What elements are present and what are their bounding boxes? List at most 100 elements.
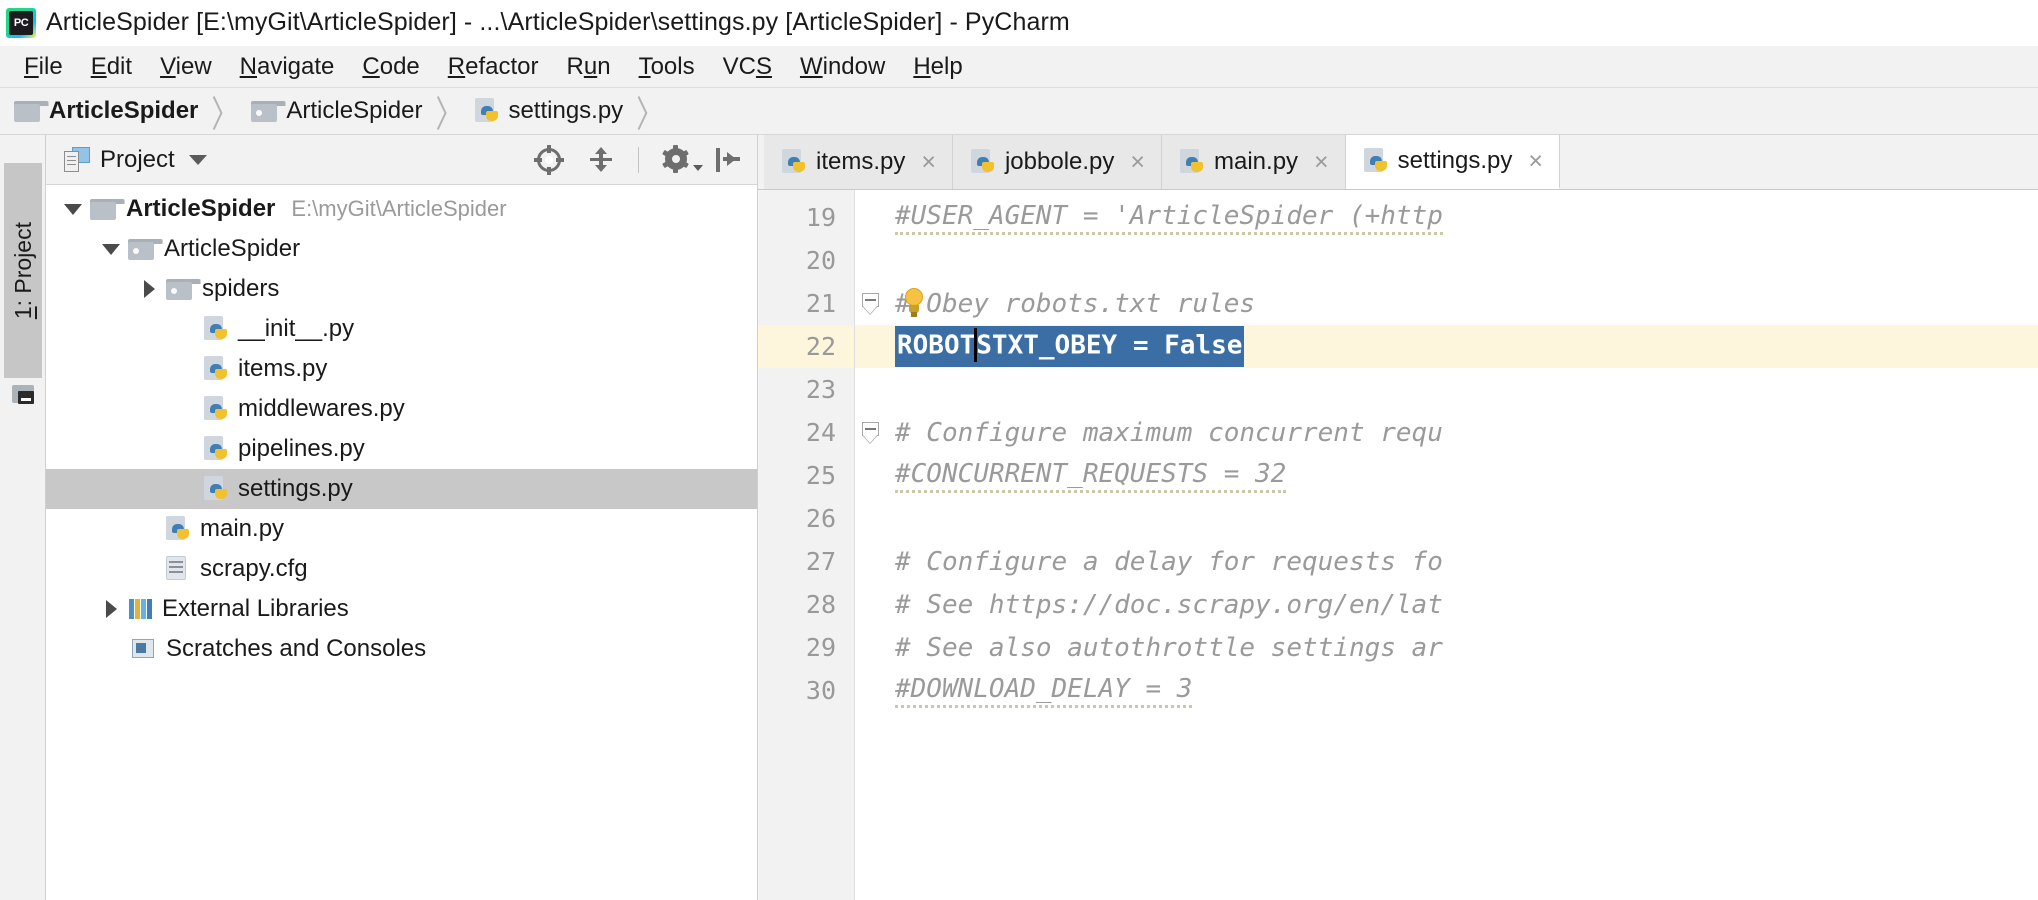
- python-file-icon: [204, 396, 228, 422]
- tree-row[interactable]: middlewares.py: [46, 389, 757, 429]
- code-text[interactable]: #USER_AGENT = 'ArticleSpider (+http # Ob…: [885, 190, 2038, 900]
- title-bar: PC ArticleSpider [E:\myGit\ArticleSpider…: [0, 0, 2038, 46]
- code-editor[interactable]: 19 20 21 22 23 24 25 26 27 28 29 30 #USE…: [758, 190, 2038, 900]
- locate-in-tree-icon[interactable]: [534, 144, 564, 175]
- editor-tab-jobbole[interactable]: jobbole.py ×: [952, 135, 1162, 189]
- fold-slot: [855, 540, 885, 583]
- tree-row[interactable]: spiders: [46, 269, 757, 309]
- breadcrumb: ArticleSpider 〉 ArticleSpider 〉 settings…: [0, 88, 2038, 135]
- folder-pkg-icon: [128, 238, 163, 260]
- tree-row[interactable]: External Libraries: [46, 589, 757, 629]
- breadcrumb-item-file[interactable]: settings.py: [475, 97, 623, 125]
- editor-tab-main[interactable]: main.py ×: [1162, 135, 1346, 189]
- code-line-text: #USER_AGENT = 'ArticleSpider (+http: [895, 201, 1443, 235]
- terminal-icon[interactable]: [12, 385, 34, 405]
- fold-slot[interactable]: [855, 411, 885, 454]
- twisty-expanded-icon[interactable]: [94, 229, 128, 269]
- tree-node-label: ArticleSpider: [126, 195, 276, 222]
- menu-item-view[interactable]: View: [146, 51, 226, 83]
- menu-item-file[interactable]: File: [10, 51, 77, 83]
- code-line[interactable]: #DOWNLOAD_DELAY = 3: [885, 669, 2038, 712]
- code-line[interactable]: [885, 497, 2038, 540]
- python-file-icon: [1363, 148, 1388, 174]
- code-line[interactable]: # See also autothrottle settings ar: [885, 626, 2038, 669]
- editor-tab-items[interactable]: items.py ×: [764, 135, 953, 189]
- scratches-icon: [132, 637, 156, 661]
- code-line[interactable]: [885, 239, 2038, 282]
- tree-row[interactable]: __init__.py: [46, 309, 757, 349]
- python-file-icon: [204, 476, 228, 502]
- menu-item-navigate[interactable]: Navigate: [226, 51, 349, 83]
- fold-slot: [855, 669, 885, 712]
- folder-icon: [14, 100, 49, 122]
- menu-item-tools[interactable]: Tools: [625, 51, 709, 83]
- line-number-gutter: 19 20 21 22 23 24 25 26 27 28 29 30: [758, 190, 855, 900]
- tree-node-label: middlewares.py: [238, 395, 405, 422]
- breadcrumb-separator: 〉: [211, 94, 239, 135]
- window-title: ArticleSpider [E:\myGit\ArticleSpider] -…: [46, 8, 1070, 36]
- fold-collapse-icon[interactable]: [861, 292, 879, 315]
- editor-area: items.py × jobbole.py × main.py × settin…: [758, 135, 2038, 900]
- menu-item-help[interactable]: Help: [899, 51, 976, 83]
- menu-item-refactor[interactable]: Refactor: [434, 51, 553, 83]
- close-icon[interactable]: ×: [1130, 149, 1145, 175]
- tree-node-label: External Libraries: [162, 595, 349, 622]
- tool-window-button-project[interactable]: 1: Project: [4, 163, 42, 378]
- pycharm-window: PC ArticleSpider [E:\myGit\ArticleSpider…: [0, 0, 2038, 900]
- pycharm-logo-text: PC: [9, 10, 33, 35]
- project-panel-toolbar: [534, 144, 743, 175]
- python-file-icon: [1180, 149, 1204, 175]
- folder-pkg-icon: [251, 100, 287, 122]
- folder-pkg-icon: [166, 278, 201, 300]
- fold-slot[interactable]: [855, 282, 885, 325]
- code-folding-gutter: [855, 190, 885, 900]
- close-icon[interactable]: ×: [1314, 149, 1329, 175]
- line-number: 26: [805, 504, 836, 533]
- main-area: 1: Project Project ArticleSpider E:\myGi…: [0, 135, 2038, 900]
- twisty-collapsed-icon[interactable]: [132, 269, 166, 309]
- tree-row[interactable]: pipelines.py: [46, 429, 757, 469]
- code-line[interactable]: # See https://doc.scrapy.org/en/lat: [885, 583, 2038, 626]
- menu-item-edit[interactable]: Edit: [77, 51, 146, 83]
- tree-row[interactable]: Scratches and Consoles: [46, 629, 757, 669]
- python-file-icon: [204, 316, 228, 342]
- tree-row[interactable]: items.py: [46, 349, 757, 389]
- line-number: 23: [805, 375, 836, 404]
- close-icon[interactable]: ×: [921, 149, 936, 175]
- menu-item-code[interactable]: Code: [348, 51, 433, 83]
- tree-row[interactable]: ArticleSpider E:\myGit\ArticleSpider: [46, 189, 757, 229]
- project-panel-header: Project: [46, 135, 757, 185]
- tree-row[interactable]: scrapy.cfg: [46, 549, 757, 589]
- close-icon[interactable]: ×: [1528, 148, 1543, 174]
- code-line[interactable]: #CONCURRENT_REQUESTS = 32: [885, 454, 2038, 497]
- tree-node-label: Scratches and Consoles: [166, 635, 427, 662]
- menu-item-run[interactable]: Run: [553, 51, 625, 83]
- fold-slot: [855, 454, 885, 497]
- breadcrumb-item-project[interactable]: ArticleSpider: [14, 97, 198, 125]
- python-file-icon: [970, 149, 995, 175]
- code-line[interactable]: # Configure maximum concurrent requ: [885, 411, 2038, 454]
- tree-node-label: ArticleSpider: [164, 235, 301, 262]
- settings-gear-icon[interactable]: [661, 144, 703, 175]
- editor-tab-settings[interactable]: settings.py ×: [1345, 135, 1560, 189]
- code-line[interactable]: # Configure a delay for requests fo: [885, 540, 2038, 583]
- python-file-icon: [166, 516, 190, 542]
- chevron-down-icon[interactable]: [188, 154, 207, 165]
- twisty-expanded-icon[interactable]: [56, 189, 90, 229]
- tree-row[interactable]: main.py: [46, 509, 757, 549]
- collapse-all-icon[interactable]: [586, 145, 616, 175]
- tree-row-selected[interactable]: settings.py: [46, 469, 757, 509]
- menu-item-vcs[interactable]: VCS: [709, 51, 786, 83]
- menu-item-window[interactable]: Window: [786, 51, 899, 83]
- hide-panel-icon[interactable]: [713, 145, 743, 175]
- twisty-collapsed-icon[interactable]: [94, 589, 128, 629]
- fold-collapse-icon[interactable]: [861, 421, 879, 444]
- pycharm-logo-icon: PC: [6, 7, 36, 38]
- intention-bulb-icon[interactable]: [903, 288, 925, 318]
- tree-row[interactable]: ArticleSpider: [46, 229, 757, 269]
- code-line[interactable]: # Obey robots.txt rules: [885, 282, 2038, 325]
- code-line[interactable]: #USER_AGENT = 'ArticleSpider (+http: [885, 196, 2038, 239]
- menu-bar: File Edit View Navigate Code Refactor Ru…: [0, 46, 2038, 88]
- breadcrumb-item-package[interactable]: ArticleSpider: [251, 97, 422, 125]
- python-file-icon: [204, 356, 228, 382]
